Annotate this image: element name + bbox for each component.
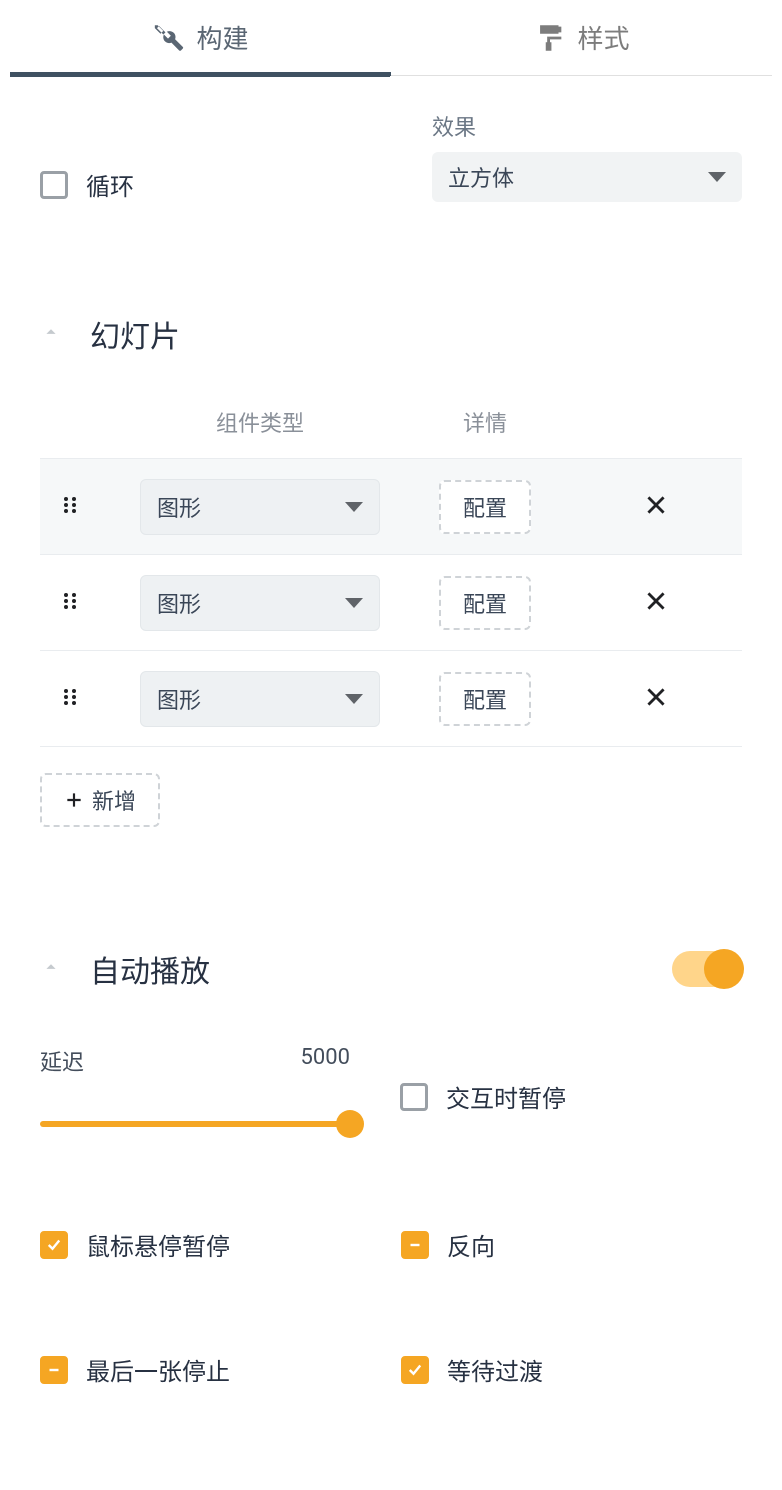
drag-handle-icon[interactable] (58, 589, 82, 617)
section-slides-title: 幻灯片 (90, 312, 180, 356)
stop-on-last-checkbox[interactable] (40, 1356, 68, 1384)
tools-icon (152, 21, 186, 55)
wait-for-transition-label: 等待过渡 (447, 1352, 543, 1387)
wait-for-transition-checkbox[interactable] (401, 1356, 429, 1384)
table-row: 图形 配置 (40, 650, 742, 746)
tab-style-label: 样式 (577, 19, 629, 56)
chevron-up-icon (40, 321, 62, 347)
effect-value: 立方体 (448, 161, 514, 193)
delay-label: 延迟 (40, 1045, 84, 1077)
pause-on-interact-checkbox[interactable] (400, 1083, 428, 1111)
section-autoplay-header[interactable]: 自动播放 (40, 947, 742, 991)
drag-handle-icon[interactable] (58, 493, 82, 521)
row-type-value: 图形 (157, 491, 201, 523)
minus-icon (406, 1236, 424, 1254)
col-detail-label: 详情 (390, 406, 580, 438)
pause-on-interact-label: 交互时暂停 (446, 1079, 566, 1114)
autoplay-toggle[interactable] (672, 951, 742, 987)
section-autoplay-title: 自动播放 (90, 947, 210, 991)
chevron-down-icon (345, 502, 363, 512)
chevron-down-icon (345, 694, 363, 704)
check-icon (406, 1361, 424, 1379)
row-type-value: 图形 (157, 683, 201, 715)
configure-button[interactable]: 配置 (439, 576, 531, 630)
table-header: 组件类型 详情 (40, 406, 742, 458)
delay-field: 延迟 5000 (40, 1045, 350, 1127)
delete-row-button[interactable] (643, 588, 669, 618)
delete-row-button[interactable] (643, 684, 669, 714)
delete-row-button[interactable] (643, 492, 669, 522)
chevron-down-icon (345, 598, 363, 608)
pause-on-hover-checkbox[interactable] (40, 1231, 68, 1259)
tab-build[interactable]: 构建 (10, 0, 391, 75)
stop-on-last-label: 最后一张停止 (86, 1352, 230, 1387)
slider-thumb[interactable] (336, 1110, 364, 1138)
add-slide-label: 新增 (92, 784, 136, 816)
col-type-label: 组件类型 (130, 406, 390, 438)
reverse-checkbox[interactable] (401, 1231, 429, 1259)
row-type-select[interactable]: 图形 (140, 671, 380, 727)
table-row: 图形 配置 (40, 458, 742, 554)
tab-style[interactable]: 样式 (391, 0, 772, 75)
field-effect: 效果 立方体 (432, 110, 742, 202)
pause-on-hover-label: 鼠标悬停暂停 (86, 1227, 230, 1262)
section-autoplay: 自动播放 延迟 5000 交互时暂停 (40, 947, 742, 1387)
field-loop: 循环 (40, 147, 134, 202)
section-slides-header[interactable]: 幻灯片 (40, 312, 742, 356)
slides-table: 组件类型 详情 图形 配置 图形 配置 图形 配置 (40, 406, 742, 747)
minus-icon (45, 1361, 63, 1379)
plus-icon (64, 790, 84, 810)
tab-build-label: 构建 (196, 19, 248, 56)
panel-build: 循环 效果 立方体 幻灯片 组件类型 详情 图形 配置 (10, 76, 772, 1490)
tabs: 构建 样式 (10, 0, 772, 76)
chevron-down-icon (708, 172, 726, 182)
table-row: 图形 配置 (40, 554, 742, 650)
reverse-label: 反向 (447, 1227, 495, 1262)
effect-label: 效果 (432, 110, 742, 142)
drag-handle-icon[interactable] (58, 685, 82, 713)
loop-checkbox[interactable] (40, 171, 68, 199)
configure-button[interactable]: 配置 (439, 672, 531, 726)
row-type-select[interactable]: 图形 (140, 479, 380, 535)
delay-value: 5000 (301, 1045, 350, 1077)
paint-roller-icon (533, 21, 567, 55)
row-type-select[interactable]: 图形 (140, 575, 380, 631)
check-icon (45, 1236, 63, 1254)
chevron-up-icon (40, 956, 62, 982)
row-type-value: 图形 (157, 587, 201, 619)
effect-select[interactable]: 立方体 (432, 152, 742, 202)
delay-slider[interactable] (40, 1121, 350, 1127)
row-loop-effect: 循环 效果 立方体 (40, 110, 742, 202)
add-slide-button[interactable]: 新增 (40, 773, 160, 827)
loop-label: 循环 (86, 167, 134, 202)
configure-button[interactable]: 配置 (439, 480, 531, 534)
